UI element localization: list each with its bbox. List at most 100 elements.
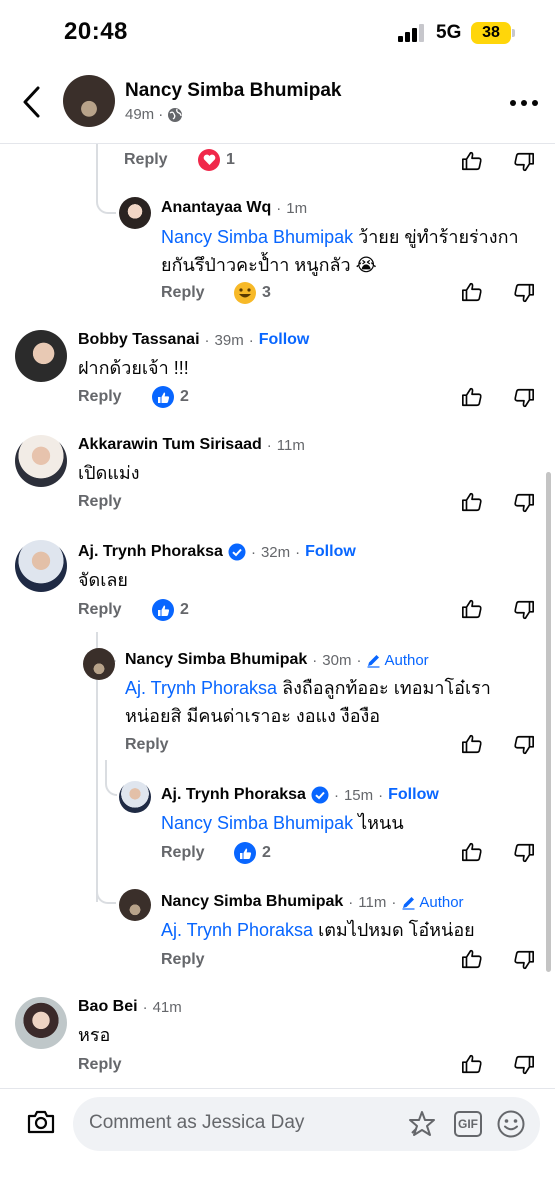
upvote-icon[interactable] (461, 948, 483, 970)
comment-text: Aj. Trynh Phoraksa เตมไปหมด โอ๋หน่อย (161, 920, 475, 940)
verified-badge-icon (228, 543, 246, 561)
avatar[interactable] (119, 781, 151, 813)
pencil-icon (402, 896, 415, 910)
reaction-count[interactable]: 2 (152, 386, 189, 408)
comment-text: เปิดแม่ง (78, 463, 140, 483)
upvote-icon[interactable] (461, 841, 483, 863)
reply-button[interactable]: Reply (78, 1056, 122, 1074)
comment-input[interactable]: Comment as Jessica Day GIF (73, 1097, 540, 1151)
author-badge: Author (366, 652, 429, 669)
mention-link[interactable]: Aj. Trynh Phoraksa (161, 920, 313, 940)
reply-button[interactable]: Reply (78, 601, 122, 619)
comment-time: 30m (322, 651, 352, 669)
camera-button[interactable] (26, 1109, 56, 1135)
gif-button[interactable]: GIF (454, 1111, 482, 1137)
emoji-icon[interactable] (496, 1109, 526, 1139)
downvote-icon[interactable] (513, 599, 535, 621)
comment-composer: Comment as Jessica Day GIF (0, 1088, 555, 1200)
comment-author: Nancy Simba Bhumipak · 30m · Author (125, 651, 429, 669)
thread-line (105, 760, 117, 796)
thread-line (96, 144, 116, 214)
comment-author: Bao Bei · 41m (78, 998, 182, 1016)
reply-button[interactable]: Reply (161, 951, 205, 969)
downvote-icon[interactable] (513, 734, 535, 756)
upvote-icon[interactable] (461, 491, 483, 513)
downvote-icon[interactable] (513, 1054, 535, 1076)
reaction-count[interactable]: 2 (234, 842, 271, 864)
follow-button[interactable]: Follow (388, 786, 439, 804)
reply-button[interactable]: Reply (124, 151, 168, 169)
avatar[interactable] (15, 997, 67, 1049)
reaction-count[interactable]: 1 (198, 149, 235, 171)
battery-icon: 38 (471, 22, 511, 44)
status-bar: 20:48 5G 38 (0, 0, 555, 62)
reply-button[interactable]: Reply (78, 388, 122, 406)
downvote-icon[interactable] (513, 151, 535, 173)
upvote-icon[interactable] (461, 150, 483, 172)
downvote-icon[interactable] (513, 949, 535, 971)
avatar[interactable] (15, 435, 67, 487)
like-reaction-icon (152, 386, 174, 408)
downvote-icon[interactable] (513, 492, 535, 514)
upvote-icon[interactable] (461, 598, 483, 620)
upvote-icon[interactable] (461, 386, 483, 408)
status-time: 20:48 (64, 18, 128, 45)
author-badge: Author (401, 894, 464, 911)
downvote-icon[interactable] (513, 842, 535, 864)
post-time: 49m (125, 106, 155, 123)
haha-reaction-icon (234, 282, 256, 304)
comment-text: ฝากด้วยเจ้า !!! (78, 358, 189, 378)
reply-button[interactable]: Reply (125, 736, 169, 754)
comment-author: Nancy Simba Bhumipak · 11m · Author (161, 893, 464, 911)
more-options-button[interactable] (508, 98, 540, 108)
comment-time: 11m (358, 893, 387, 911)
avatar[interactable] (83, 648, 115, 680)
comment-placeholder: Comment as Jessica Day (89, 1112, 305, 1133)
avatar[interactable] (119, 197, 151, 229)
comment-time: 41m (152, 998, 182, 1016)
follow-button[interactable]: Follow (305, 543, 356, 561)
avatar[interactable] (63, 75, 115, 127)
comment-author: Aj. Trynh Phoraksa · 32m · Follow (78, 543, 356, 561)
avatar-sticker-icon[interactable] (407, 1109, 437, 1139)
reply-button[interactable]: Reply (78, 493, 122, 511)
mention-link[interactable]: Nancy Simba Bhumipak (161, 813, 353, 833)
reply-button[interactable]: Reply (161, 844, 205, 862)
comment-time: 39m (214, 331, 244, 349)
globe-icon (168, 107, 183, 122)
comment-text: Nancy Simba Bhumipak ว้ายย ขู่ทำร้ายร่าง… (161, 227, 519, 275)
comment-text: Nancy Simba Bhumipak ไหนน (161, 813, 404, 833)
upvote-icon[interactable] (461, 733, 483, 755)
pencil-icon (367, 654, 380, 668)
back-button[interactable] (18, 84, 48, 120)
scrollbar[interactable] (546, 472, 551, 972)
comment-author: Akkarawin Tum Sirisaad · 11m (78, 436, 305, 454)
mention-link[interactable]: Aj. Trynh Phoraksa (125, 678, 277, 698)
upvote-icon[interactable] (461, 281, 483, 303)
network-label: 5G (436, 22, 462, 43)
follow-button[interactable]: Follow (259, 331, 310, 349)
post-header: Nancy Simba Bhumipak 49m · (0, 62, 555, 144)
comment-author: Aj. Trynh Phoraksa · 15m · Follow (161, 786, 439, 804)
comment-time: 15m (343, 786, 374, 804)
reaction-count[interactable]: 2 (152, 599, 189, 621)
signal-icon (398, 24, 428, 42)
page-title[interactable]: Nancy Simba Bhumipak (125, 80, 341, 102)
thread-line (96, 884, 116, 904)
reply-button[interactable]: Reply (161, 284, 205, 302)
comment-time: 11m (276, 436, 305, 454)
reaction-count[interactable]: 3 (234, 282, 271, 304)
mention-link[interactable]: Nancy Simba Bhumipak (161, 227, 353, 247)
comment-text: จัดเลย (78, 570, 128, 590)
upvote-icon[interactable] (461, 1053, 483, 1075)
post-meta: 49m · (125, 106, 183, 123)
camera-icon (27, 1110, 55, 1134)
avatar[interactable] (119, 889, 151, 921)
downvote-icon[interactable] (513, 387, 535, 409)
downvote-icon[interactable] (513, 282, 535, 304)
battery-nub (512, 29, 515, 37)
chevron-left-icon (23, 86, 40, 118)
comment-author: Anantayaa Wq · 1m (161, 199, 308, 217)
avatar[interactable] (15, 540, 67, 592)
avatar[interactable] (15, 330, 67, 382)
